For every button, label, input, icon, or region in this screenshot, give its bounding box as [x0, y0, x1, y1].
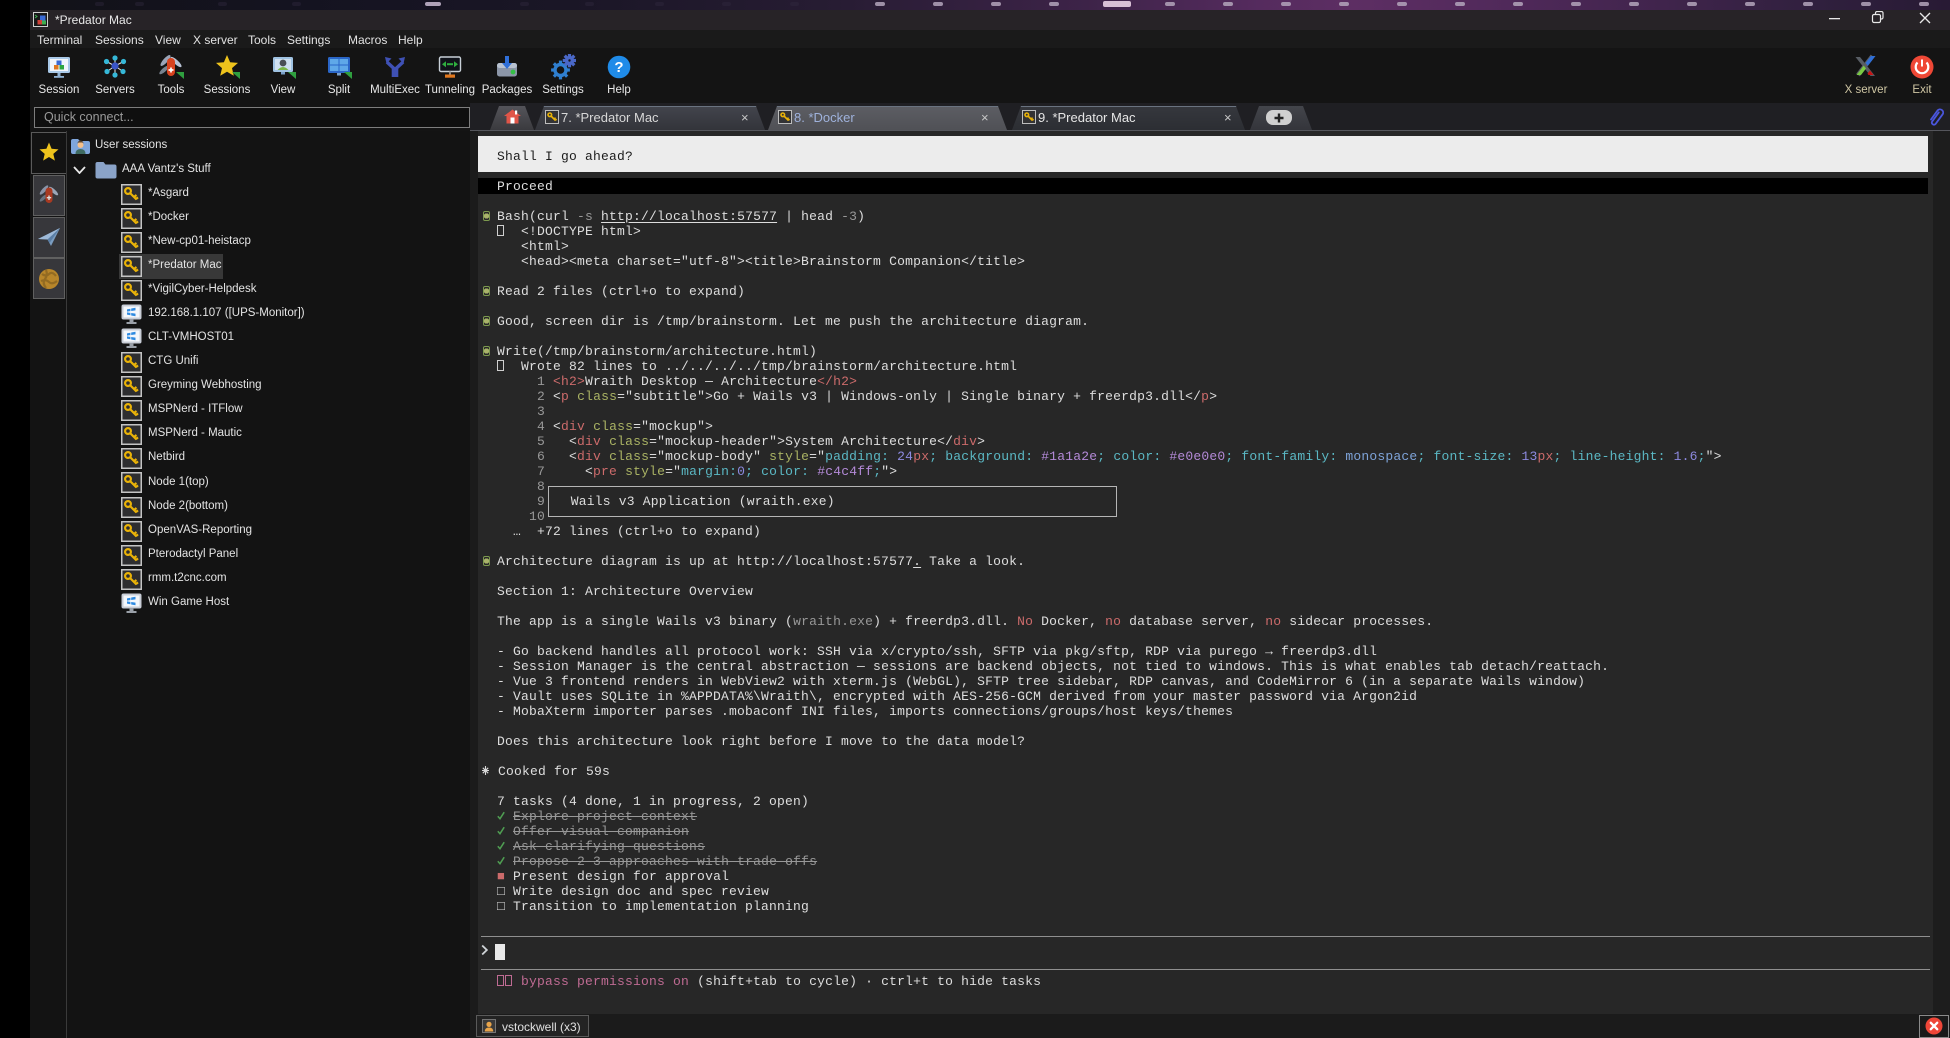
svg-text:?: ? — [614, 59, 623, 76]
